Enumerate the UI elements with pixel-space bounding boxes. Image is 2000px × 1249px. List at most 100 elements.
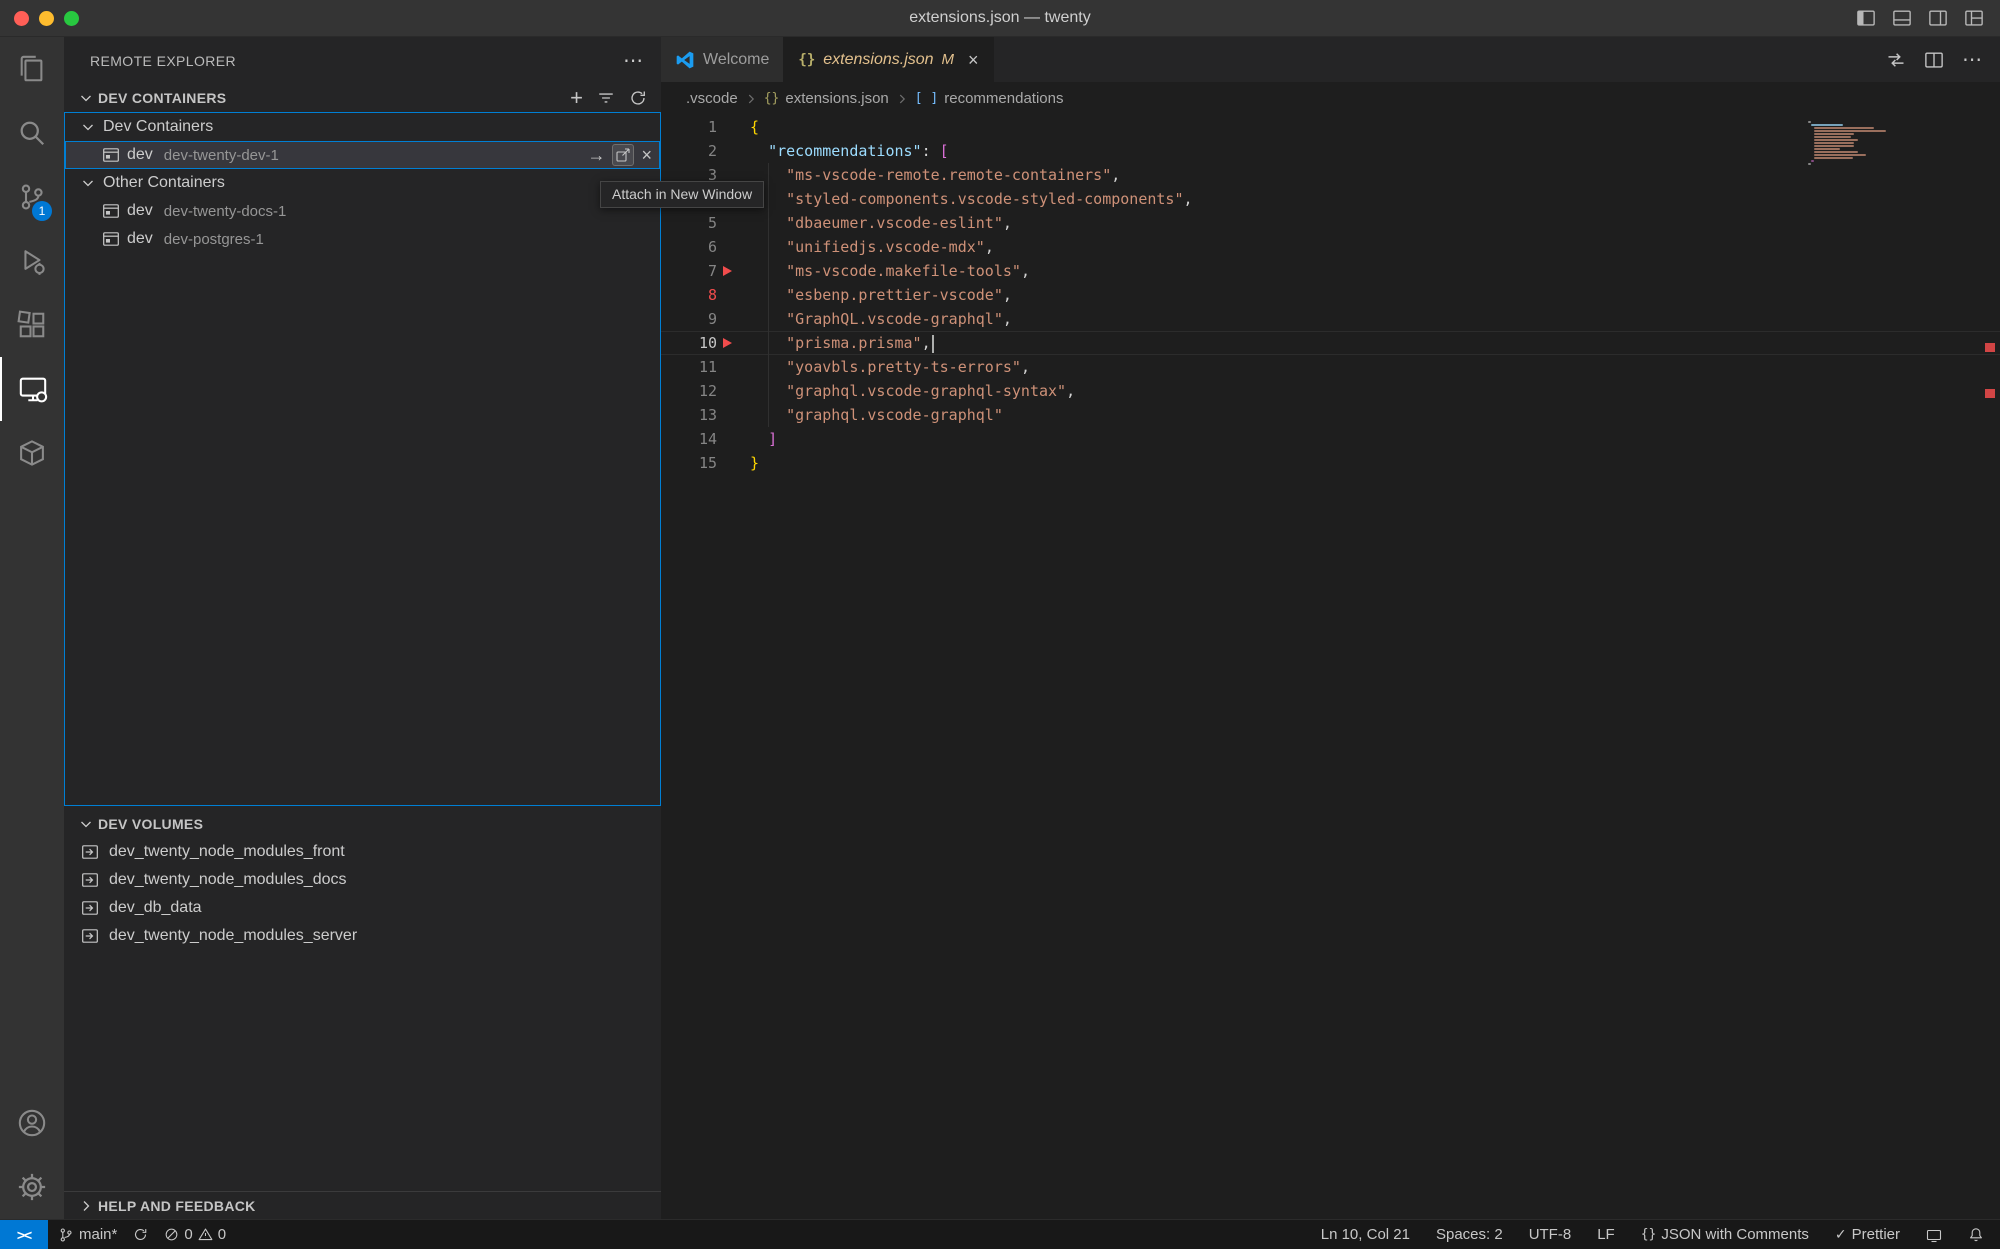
tree-item-dev-postgres-1[interactable]: dev dev-postgres-1: [65, 225, 660, 253]
extensions-icon[interactable]: [0, 293, 64, 357]
problems-item[interactable]: 0 0: [164, 1226, 226, 1243]
zoom-window-button[interactable]: [64, 11, 79, 26]
code-line[interactable]: 7 "ms-vscode.makefile-tools",: [661, 259, 2000, 283]
line-number-gutter[interactable]: 11: [661, 355, 747, 379]
refresh-icon[interactable]: [629, 89, 647, 107]
new-container-icon[interactable]: +: [570, 87, 583, 109]
attach-icon[interactable]: →: [587, 146, 605, 164]
toggle-secondary-sidebar-icon[interactable]: [1928, 8, 1948, 28]
line-number[interactable]: 10: [699, 331, 717, 355]
code-line[interactable]: 13 "graphql.vscode-graphql": [661, 403, 2000, 427]
code-editor[interactable]: 1{2 "recommendations": [3 "ms-vscode-rem…: [661, 115, 2000, 1219]
filter-icon[interactable]: [597, 89, 615, 107]
code-line[interactable]: 10 "prisma.prisma",: [661, 331, 2000, 355]
minimize-window-button[interactable]: [39, 11, 54, 26]
attach-in-new-window-icon[interactable]: [612, 144, 634, 166]
code-text[interactable]: "graphql.vscode-graphql-syntax",: [747, 379, 1075, 403]
line-number-gutter[interactable]: 2: [661, 139, 747, 163]
eol-selector[interactable]: LF: [1597, 1226, 1615, 1243]
line-number[interactable]: 11: [699, 355, 717, 379]
code-text[interactable]: "prisma.prisma",: [747, 331, 934, 355]
toggle-panel-icon[interactable]: [1892, 8, 1912, 28]
code-text[interactable]: }: [747, 451, 759, 475]
breadcrumb-symbol[interactable]: recommendations: [944, 90, 1063, 107]
line-number[interactable]: 15: [699, 451, 717, 475]
line-number-gutter[interactable]: 5: [661, 211, 747, 235]
code-text[interactable]: "styled-components.vscode-styled-compone…: [747, 187, 1193, 211]
breadcrumb-folder[interactable]: .vscode: [686, 90, 738, 107]
line-number[interactable]: 7: [708, 259, 717, 283]
code-line[interactable]: 12 "graphql.vscode-graphql-syntax",: [661, 379, 2000, 403]
code-line[interactable]: 9 "GraphQL.vscode-graphql",: [661, 307, 2000, 331]
git-branch-item[interactable]: main*: [58, 1226, 117, 1243]
line-number-gutter[interactable]: 14: [661, 427, 747, 451]
line-number[interactable]: 14: [699, 427, 717, 451]
line-number-gutter[interactable]: 7: [661, 259, 747, 283]
accounts-icon[interactable]: [0, 1091, 64, 1155]
line-number[interactable]: 12: [699, 379, 717, 403]
tree-group-other-containers[interactable]: Other Containers: [65, 169, 660, 197]
code-text[interactable]: "ms-vscode-remote.remote-containers",: [747, 163, 1120, 187]
close-window-button[interactable]: [14, 11, 29, 26]
stop-container-icon[interactable]: ×: [641, 146, 652, 164]
dev-containers-icon[interactable]: [0, 421, 64, 485]
line-number[interactable]: 1: [708, 115, 717, 139]
line-number-gutter[interactable]: 8: [661, 283, 747, 307]
line-number[interactable]: 13: [699, 403, 717, 427]
search-icon[interactable]: [0, 101, 64, 165]
code-line[interactable]: 2 "recommendations": [: [661, 139, 2000, 163]
line-number[interactable]: 9: [708, 307, 717, 331]
code-line[interactable]: 1{: [661, 115, 2000, 139]
editor-more-actions-icon[interactable]: ⋯: [1962, 50, 1982, 70]
code-text[interactable]: "esbenp.prettier-vscode",: [747, 283, 1012, 307]
remote-indicator[interactable]: ><: [0, 1220, 48, 1249]
close-tab-icon[interactable]: ×: [968, 51, 979, 69]
minimap[interactable]: [1808, 121, 1900, 166]
code-text[interactable]: "recommendations": [: [747, 139, 949, 163]
code-text[interactable]: "graphql.vscode-graphql": [747, 403, 1003, 427]
source-control-icon[interactable]: 1: [0, 165, 64, 229]
tree-group-dev-containers[interactable]: Dev Containers: [65, 113, 660, 141]
settings-gear-icon[interactable]: [0, 1155, 64, 1219]
code-text[interactable]: "dbaeumer.vscode-eslint",: [747, 211, 1012, 235]
code-line[interactable]: 6 "unifiedjs.vscode-mdx",: [661, 235, 2000, 259]
code-line[interactable]: 8 "esbenp.prettier-vscode",: [661, 283, 2000, 307]
tab-extensions-json[interactable]: {} extensions.json M ×: [784, 37, 993, 82]
notifications-bell-icon[interactable]: [1968, 1227, 1984, 1243]
code-text[interactable]: "unifiedjs.vscode-mdx",: [747, 235, 994, 259]
split-editor-icon[interactable]: [1924, 50, 1944, 70]
breadcrumb-file[interactable]: extensions.json: [785, 90, 888, 107]
section-dev-containers[interactable]: DEV CONTAINERS +: [64, 84, 661, 112]
sidebar-more-actions-icon[interactable]: ⋯: [623, 51, 643, 71]
code-text[interactable]: ]: [747, 427, 777, 451]
sync-changes-icon[interactable]: [133, 1227, 148, 1242]
code-text[interactable]: {: [747, 115, 759, 139]
cursor-position[interactable]: Ln 10, Col 21: [1321, 1226, 1410, 1243]
explorer-icon[interactable]: [0, 37, 64, 101]
code-text[interactable]: "GraphQL.vscode-graphql",: [747, 307, 1012, 331]
code-line[interactable]: 14 ]: [661, 427, 2000, 451]
tree-item-dev-twenty-docs-1[interactable]: dev dev-twenty-docs-1: [65, 197, 660, 225]
line-number[interactable]: 2: [708, 139, 717, 163]
volume-item[interactable]: dev_twenty_node_modules_docs: [64, 866, 661, 894]
line-number[interactable]: 8: [708, 283, 717, 307]
line-number-gutter[interactable]: 6: [661, 235, 747, 259]
section-dev-volumes[interactable]: DEV VOLUMES: [64, 810, 661, 838]
customize-layout-icon[interactable]: [1964, 8, 1984, 28]
line-number-gutter[interactable]: 12: [661, 379, 747, 403]
line-number-gutter[interactable]: 15: [661, 451, 747, 475]
screencast-icon[interactable]: [1926, 1227, 1942, 1243]
run-debug-icon[interactable]: [0, 229, 64, 293]
line-number[interactable]: 5: [708, 211, 717, 235]
encoding[interactable]: UTF-8: [1529, 1226, 1572, 1243]
line-number-gutter[interactable]: 13: [661, 403, 747, 427]
code-line[interactable]: 15}: [661, 451, 2000, 475]
line-number-gutter[interactable]: 1: [661, 115, 747, 139]
line-number[interactable]: 6: [708, 235, 717, 259]
line-number-gutter[interactable]: 10: [661, 331, 747, 355]
code-text[interactable]: "yoavbls.pretty-ts-errors",: [747, 355, 1030, 379]
open-changes-icon[interactable]: [1886, 50, 1906, 70]
code-line[interactable]: 11 "yoavbls.pretty-ts-errors",: [661, 355, 2000, 379]
volume-item[interactable]: dev_twenty_node_modules_server: [64, 922, 661, 950]
code-line[interactable]: 5 "dbaeumer.vscode-eslint",: [661, 211, 2000, 235]
